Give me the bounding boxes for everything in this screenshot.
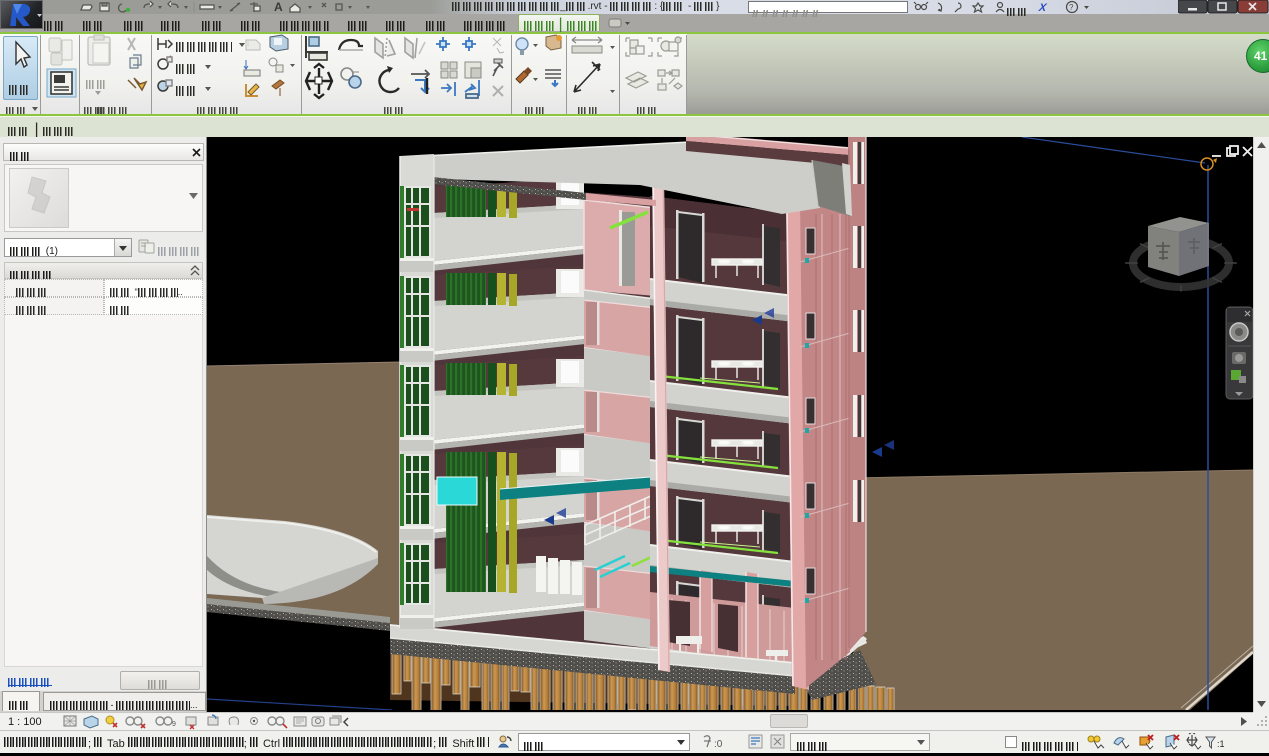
svg-text:9: 9 [172,721,176,728]
svg-text:X: X [1037,2,1048,14]
svg-text::1: :1 [1217,739,1225,749]
svg-text:A: A [274,0,283,14]
svg-text::0: :0 [714,739,723,750]
svg-text:?: ? [1069,3,1074,12]
